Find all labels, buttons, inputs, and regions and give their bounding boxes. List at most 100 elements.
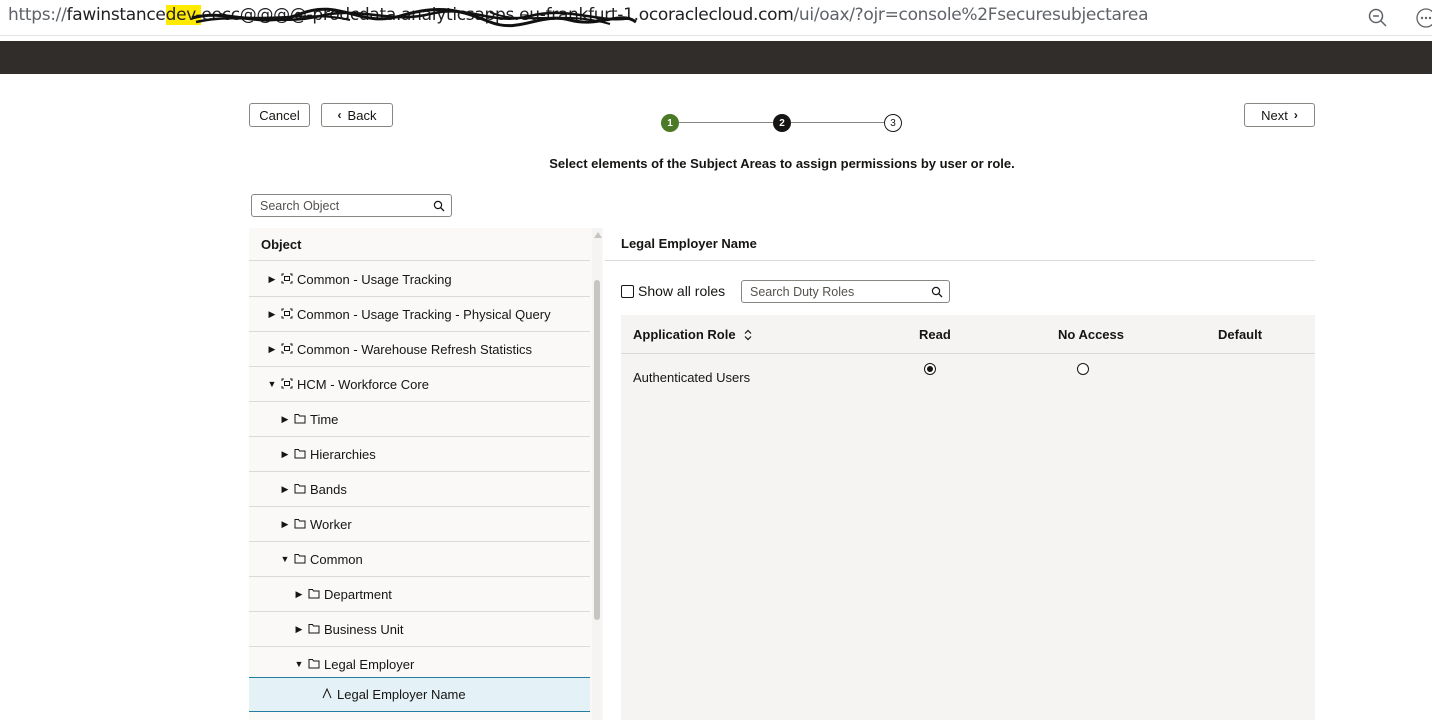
search-icon[interactable] — [433, 200, 445, 212]
tree-scrollbar-thumb[interactable] — [594, 280, 600, 620]
tree-row-label: Department — [324, 586, 392, 602]
back-button-label: Back — [347, 107, 377, 123]
app-header-bar — [0, 41, 1432, 74]
tree-row[interactable]: ▶ Common - Usage Tracking - Physical Que… — [249, 297, 590, 332]
column-header-read: Read — [919, 327, 951, 342]
subject-area-icon — [281, 378, 293, 388]
expand-right-icon[interactable]: ▶ — [280, 449, 290, 460]
column-header-no-access: No Access — [1058, 327, 1124, 342]
expand-right-icon[interactable]: ▶ — [267, 309, 277, 320]
tree-row-label: Common - Warehouse Refresh Statistics — [297, 341, 533, 357]
url-host-b: eecc@@@@-prodcdata.analyticsapps.eu-fran… — [201, 5, 658, 25]
expand-right-icon[interactable]: ▶ — [294, 624, 304, 635]
search-duty-roles-field[interactable] — [741, 280, 950, 303]
show-all-roles-label: Show all roles — [638, 283, 726, 299]
tree-row[interactable]: ▼ Common — [249, 542, 590, 577]
expand-right-icon[interactable]: ▶ — [267, 274, 277, 285]
expand-right-icon[interactable]: ▶ — [280, 414, 290, 425]
url-prefix: https:// — [8, 5, 67, 25]
folder-icon — [294, 518, 306, 528]
show-all-roles-toggle[interactable]: Show all roles — [621, 283, 725, 299]
cancel-button-label: Cancel — [259, 107, 300, 123]
no-access-radio[interactable] — [1077, 363, 1089, 375]
attribute-icon — [322, 688, 332, 699]
folder-icon — [294, 448, 306, 458]
url-text[interactable]: https://fawinstancedev-eecc@@@@-prodcdat… — [8, 5, 1148, 25]
folder-icon — [294, 553, 306, 563]
role-name: Authenticated Users — [633, 370, 751, 385]
subject-area-icon — [281, 308, 293, 318]
browser-address-bar[interactable]: https://fawinstancedev-eecc@@@@-prodcdat… — [0, 0, 1432, 36]
tree-row[interactable]: ▶ Common - Warehouse Refresh Statistics — [249, 332, 590, 367]
subject-area-icon — [281, 343, 293, 353]
zoom-out-icon[interactable] — [1366, 6, 1390, 30]
expand-right-icon[interactable]: ▶ — [294, 589, 304, 600]
url-host-a: fawinstance — [66, 5, 166, 25]
instructions-text: Select elements of the Subject Areas to … — [549, 156, 1015, 171]
column-header-application-role[interactable]: Application Role — [633, 327, 752, 342]
chevron-right-icon: › — [1293, 108, 1298, 122]
tree-row-label: Business Unit — [324, 621, 404, 637]
tree-row-label: HCM - Workforce Core — [297, 376, 429, 392]
url-host-highlight: dev- — [165, 5, 202, 25]
search-object-field[interactable] — [251, 194, 452, 217]
train-step-2[interactable]: 2 — [773, 114, 791, 132]
train-step-3[interactable]: 3 — [884, 114, 902, 132]
collapse-down-icon[interactable]: ▼ — [280, 554, 290, 564]
tree-row[interactable]: ▶ Department — [249, 577, 590, 612]
next-button[interactable]: Next › — [1244, 103, 1315, 127]
tree-header: Object — [249, 228, 590, 261]
tree-row[interactable]: ▶ Worker — [249, 507, 590, 542]
folder-icon — [294, 413, 306, 423]
search-icon[interactable] — [931, 286, 943, 298]
next-button-label: Next — [1261, 107, 1288, 123]
search-duty-roles-input[interactable] — [750, 283, 923, 300]
train-connector — [791, 122, 884, 123]
folder-icon — [308, 623, 320, 633]
tree-row-label: Time — [310, 411, 339, 427]
folder-icon — [308, 658, 320, 668]
tree-row-label: Common - Usage Tracking - Physical Query — [297, 306, 551, 322]
tree-row[interactable]: ▶ Bands — [249, 472, 590, 507]
tree-row[interactable]: ▶ Time — [249, 402, 590, 437]
show-all-roles-checkbox[interactable] — [621, 284, 634, 298]
tree-row[interactable]: ▶ Business Unit — [249, 612, 590, 647]
tree-row-selected[interactable]: Legal Employer Name — [249, 677, 590, 712]
train-step-1[interactable]: 1 — [661, 114, 679, 132]
expand-right-icon[interactable]: ▶ — [280, 484, 290, 495]
table-row: Authenticated Users — [621, 355, 1315, 399]
collapse-down-icon[interactable]: ▼ — [267, 379, 277, 389]
folder-icon — [308, 588, 320, 598]
folder-icon — [294, 483, 306, 493]
subject-area-icon — [281, 273, 293, 283]
tree-row-label: Common — [310, 551, 363, 567]
cancel-button[interactable]: Cancel — [249, 103, 310, 127]
column-header-default: Default — [1218, 327, 1263, 342]
back-button[interactable]: ‹ Back — [321, 103, 393, 127]
search-object-input[interactable] — [260, 197, 425, 214]
expand-right-icon[interactable]: ▶ — [267, 344, 277, 355]
tree-row-label: Worker — [310, 516, 352, 532]
tree-row-label: Legal Employer Name — [337, 687, 466, 702]
expand-right-icon[interactable]: ▶ — [280, 519, 290, 530]
scroll-up-icon[interactable] — [594, 232, 602, 238]
url-host-c: oraclecloud.com — [657, 5, 794, 25]
read-radio[interactable] — [924, 363, 936, 375]
panel-divider — [605, 260, 1315, 261]
wizard-train: 1 2 3 — [661, 113, 904, 133]
more-horizontal-icon[interactable] — [1414, 6, 1432, 30]
panel-title: Legal Employer Name — [621, 236, 757, 251]
tree-row-label: Legal Employer — [324, 656, 415, 672]
tree-row-label: Bands — [310, 481, 347, 497]
column-header-label: Application Role — [633, 327, 736, 342]
tree-row[interactable]: ▶ Hierarchies — [249, 437, 590, 472]
tree-row-label: Hierarchies — [310, 446, 376, 462]
collapse-down-icon[interactable]: ▼ — [294, 659, 304, 669]
sort-icon[interactable] — [744, 329, 752, 341]
tree-row[interactable]: ▼ HCM - Workforce Core — [249, 367, 590, 402]
object-tree[interactable]: Object ▶ Common - Usage Tracking ▶ Commo… — [249, 228, 603, 720]
tree-row[interactable]: ▶ Common - Usage Tracking — [249, 262, 590, 297]
table-header: Application Role Read No Access Default — [621, 315, 1315, 354]
chevron-left-icon: ‹ — [337, 108, 342, 122]
tree-row-label: Common - Usage Tracking — [297, 271, 452, 287]
